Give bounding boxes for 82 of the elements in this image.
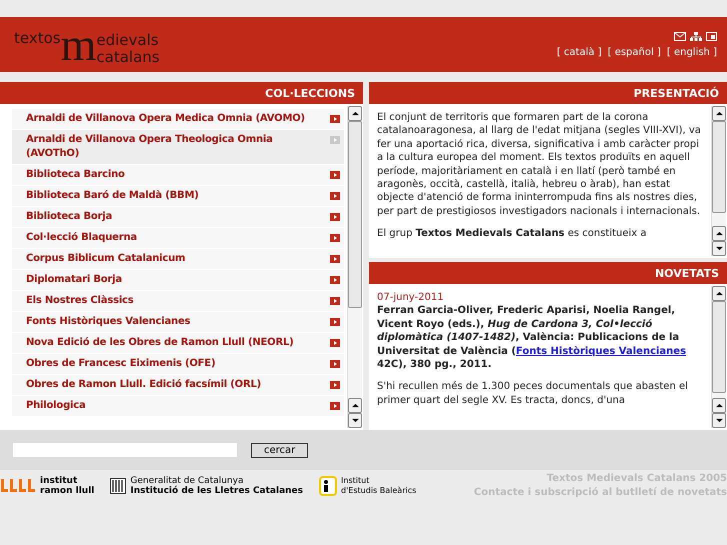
generalitat-logo-icon (110, 478, 126, 494)
sponsor-name: d'Estudis Baleàrics (341, 486, 416, 496)
scroll-down-button[interactable] (712, 413, 726, 428)
scroll-down-button[interactable] (348, 413, 362, 428)
logo-text: edievals (96, 32, 160, 50)
window-icon[interactable] (706, 32, 717, 40)
news-entry: Ferran Garcia-Oliver, Frederic Aparisi, Noelia Rangel, Vicent Royo (eds.), Hug de Cardona 3, Col•lecció diplomàtica (1407-1482), València: Publicacions de la Universitat de València (Fonts Històriques Valencianes 42C), 380 pg., 2011. (377, 304, 688, 372)
search-field[interactable] (13, 443, 237, 457)
scroll-up-button[interactable] (712, 286, 726, 301)
logo-text: catalans (96, 50, 160, 64)
scrollbar[interactable] (711, 106, 726, 256)
down-triangle-icon (716, 246, 722, 251)
play-icon (330, 402, 340, 410)
ieb-logo-icon (319, 476, 338, 496)
collection-link[interactable]: Fonts Històriques Valencianes (516, 346, 686, 357)
scrollbar-thumb[interactable] (348, 121, 362, 308)
institut-ramon-llull-logo-icon (0, 479, 36, 493)
collection-item[interactable]: Diplomatari Borja (12, 270, 344, 290)
collection-item[interactable]: Corpus Biblicum Catalanicum (12, 249, 344, 269)
news-date: 07-juny-2011 (377, 291, 445, 304)
play-icon (330, 171, 340, 179)
sponsor-name: ramon llull (40, 486, 94, 496)
mail-icon[interactable] (674, 32, 686, 40)
collection-item[interactable]: Biblioteca Borja (12, 207, 344, 227)
sponsor-name: institut (40, 476, 78, 486)
up-triangle-icon (716, 231, 722, 236)
paragraph: El conjunt de territoris que formaren part de la corona catalanoaragonesa, al llarg de l'edat mitjana (segles VIII-XVI), va fer una aportació rica, diversa, significativa i amb caràcter propi a la cultura europea del moment. Els textos produïts en aquell període, majoritàriament en català i en llatí (però també en aragonès, occità, castellà, italià, hebreu o àrab), han estat objecte d'atenció de forma ininterrompuda fins als nostres dies, per part de prestigiosos investigadors nacionals i internacionals. (377, 111, 702, 218)
play-icon (330, 192, 340, 200)
up-triangle-icon (716, 111, 722, 116)
scroll-up-button[interactable] (348, 106, 362, 121)
panel-header: COL·LECCIONS (0, 82, 363, 104)
scroll-down-button[interactable] (712, 241, 726, 256)
up-triangle-icon (352, 111, 358, 116)
collection-item[interactable]: Biblioteca Baró de Maldà (BBM) (12, 186, 344, 206)
collection-item[interactable]: Col·lecció Blaquerna (12, 228, 344, 248)
logo-text: textos (14, 28, 61, 48)
play-icon (330, 360, 340, 368)
play-icon (330, 213, 340, 221)
down-triangle-icon (352, 418, 358, 423)
collection-item[interactable]: Nova Edició de les Obres de Ramon Llull (NEORL) (12, 333, 344, 353)
sponsor-name: Generalitat de Catalunya (130, 476, 244, 486)
play-icon (330, 115, 340, 123)
language-link[interactable]: [ català ] (556, 46, 602, 58)
collection-item[interactable]: Obres de Francesc Eiximenis (OFE) (12, 354, 344, 374)
collection-item[interactable]: Arnaldi de Villanova Opera Theologica Omnia (AVOThO) (12, 130, 344, 164)
down-triangle-icon (716, 418, 722, 423)
scroll-up-button[interactable] (712, 398, 726, 413)
scroll-up-button[interactable] (712, 226, 726, 241)
logo-letter: m (60, 24, 96, 64)
play-icon (330, 276, 340, 284)
collection-item[interactable]: Fonts Històriques Valencianes (12, 312, 344, 332)
play-icon (330, 255, 340, 263)
scrollbar-thumb[interactable] (712, 301, 726, 393)
collection-item[interactable]: Philologica (12, 396, 344, 416)
up-triangle-icon (716, 403, 722, 408)
scrollbar-thumb[interactable] (712, 121, 726, 213)
play-icon (330, 381, 340, 389)
scrollbar[interactable] (347, 106, 362, 428)
collection-item[interactable]: Els Nostres Clàssics (12, 291, 344, 311)
up-triangle-icon (716, 291, 722, 296)
collection-item[interactable]: Biblioteca Barcino (12, 165, 344, 185)
sitemap-icon[interactable] (690, 32, 702, 40)
play-icon (330, 339, 340, 347)
sponsor-name: Institut (341, 476, 370, 486)
paragraph: El grup Textos Medievals Catalans es constitueix a (377, 227, 648, 241)
collection-item[interactable]: Obres de Ramon Llull. Edició facsímil (ORL) (12, 375, 344, 395)
language-link[interactable]: [ english ] (666, 46, 717, 58)
play-icon (330, 234, 340, 242)
scroll-up-button[interactable] (712, 106, 726, 121)
paragraph: S'hi recullen més de 1.300 peces documentals que abasten el primer quart del segle XV. Es tracta, doncs, d'una (377, 380, 689, 408)
play-icon (330, 136, 340, 144)
up-triangle-icon (352, 403, 358, 408)
sponsor-name: Institució de les Lletres Catalanes (130, 486, 304, 496)
play-icon (330, 318, 340, 326)
panel-header: PRESENTACIÓ (369, 82, 727, 104)
language-link[interactable]: [ español ] (608, 46, 661, 58)
scroll-up-button[interactable] (348, 398, 362, 413)
scrollbar[interactable] (711, 286, 726, 428)
search-button[interactable]: cercar (251, 442, 308, 458)
play-icon (330, 297, 340, 305)
panel-header: NOVETATS (369, 262, 727, 284)
collection-item[interactable]: Arnaldi de Villanova Opera Medica Omnia (AVOMO) (12, 109, 344, 129)
